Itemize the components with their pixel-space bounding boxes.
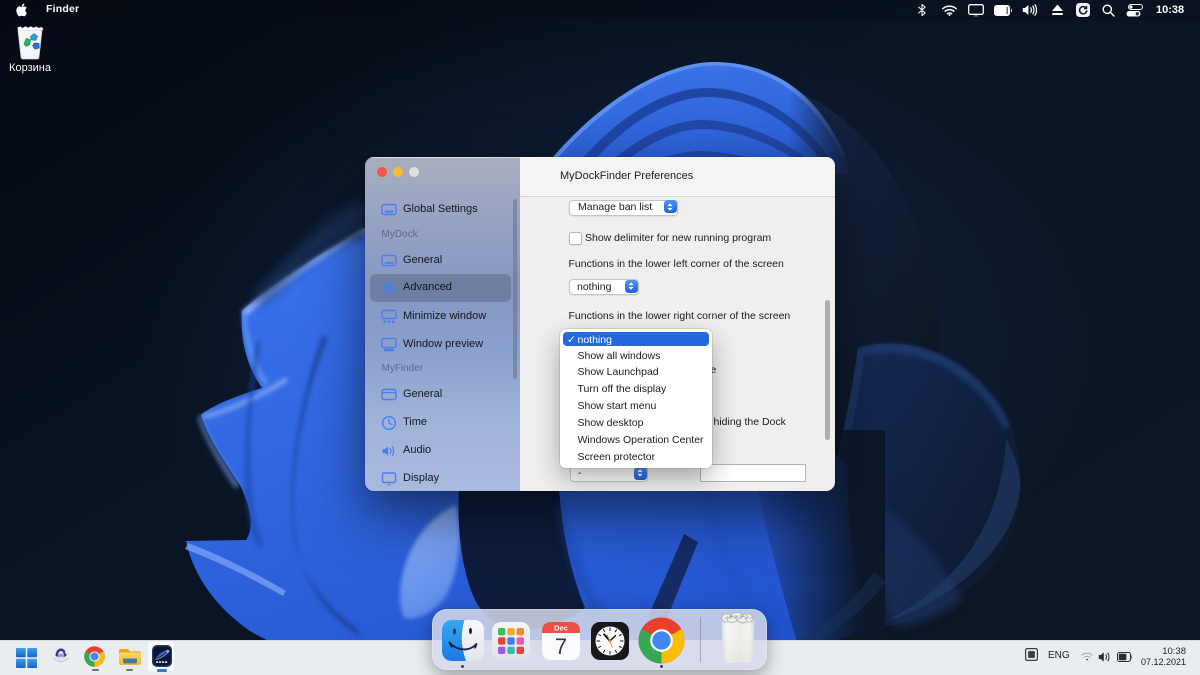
svg-text:Dec: Dec: [554, 624, 568, 633]
svg-text:7: 7: [555, 634, 567, 659]
